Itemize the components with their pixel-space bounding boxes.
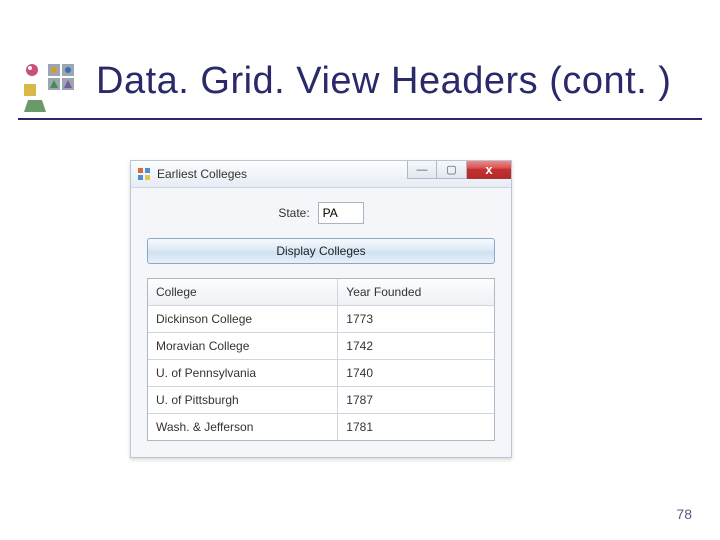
window-controls: — ▢ x [407,161,511,187]
maximize-button[interactable]: ▢ [437,161,467,179]
window-titlebar: Earliest Colleges — ▢ x [131,161,511,188]
cell-year: 1787 [338,387,494,413]
window-client-area: State: Display Colleges College Year Fou… [131,188,511,457]
cell-year: 1742 [338,333,494,359]
display-colleges-button[interactable]: Display Colleges [147,238,495,264]
app-icon [137,167,151,181]
cell-college: Wash. & Jefferson [148,414,338,440]
table-row[interactable]: Moravian College 1742 [148,333,494,360]
state-input[interactable] [318,202,364,224]
column-header-year[interactable]: Year Founded [338,279,494,305]
minimize-button[interactable]: — [407,161,437,179]
cell-year: 1773 [338,306,494,332]
state-label: State: [278,206,309,220]
title-divider [18,118,702,120]
cell-year: 1781 [338,414,494,440]
app-window: Earliest Colleges — ▢ x State: Display C… [130,160,512,458]
close-button[interactable]: x [467,161,511,179]
grid-header-row: College Year Founded [148,279,494,306]
data-grid: College Year Founded Dickinson College 1… [147,278,495,441]
table-row[interactable]: Dickinson College 1773 [148,306,494,333]
cell-college: Moravian College [148,333,338,359]
slide-title: Data. Grid. View Headers (cont. ) [96,60,671,103]
state-row: State: [147,202,495,224]
table-row[interactable]: U. of Pittsburgh 1787 [148,387,494,414]
cell-college: U. of Pittsburgh [148,387,338,413]
table-row[interactable]: U. of Pennsylvania 1740 [148,360,494,387]
cell-college: Dickinson College [148,306,338,332]
cell-college: U. of Pennsylvania [148,360,338,386]
cell-year: 1740 [338,360,494,386]
page-number: 78 [676,506,692,522]
column-header-college[interactable]: College [148,279,338,305]
table-row[interactable]: Wash. & Jefferson 1781 [148,414,494,440]
slide-logo [18,58,78,118]
window-title: Earliest Colleges [157,167,247,181]
